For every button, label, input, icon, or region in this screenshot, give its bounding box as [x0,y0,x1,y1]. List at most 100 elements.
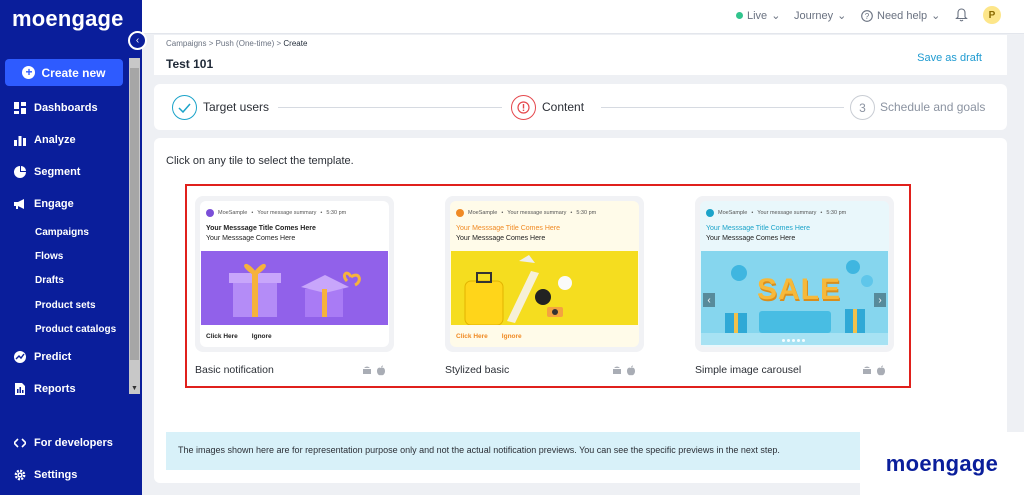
sidebar-scrollbar[interactable]: ▼ [129,58,140,394]
create-new-label: Create new [41,65,106,80]
create-new-button[interactable]: + Create new [5,59,123,86]
tile-frame: MoeSample • Your message summary • 5:30 pm… [195,196,394,352]
step-schedule-indicator[interactable]: 3 [850,95,875,120]
error-icon [517,101,530,114]
step-schedule-label[interactable]: Schedule and goals [880,100,985,114]
step-target-users-label[interactable]: Target users [203,100,269,114]
android-icon [613,366,621,374]
app-name: MoeSample [718,210,748,216]
step-content-indicator[interactable] [511,95,536,120]
sidebar-subitem-product-catalogs[interactable]: Product catalogs [35,324,116,335]
sidebar-item-label: For developers [34,437,113,449]
bell-icon [955,8,968,22]
notification-header: MoeSample • Your message summary • 5:30 pm [706,209,846,217]
app-icon [706,209,714,217]
sidebar-subitem-product-sets[interactable]: Product sets [35,300,96,311]
user-avatar[interactable]: P [983,6,1001,24]
breadcrumb-separator: > [206,39,216,48]
notification-header: MoeSample • Your message summary • 5:30 pm [206,209,346,217]
scroll-thumb[interactable] [130,68,139,360]
sidebar-item-label: Segment [34,166,81,178]
instruction-text: Click on any tile to select the template… [166,155,354,167]
platform-icons [862,365,886,376]
ignore-action: Ignore [251,333,272,340]
journey-label: Journey [794,9,834,22]
apple-icon [877,365,885,376]
sidebar-item-label: Dashboards [34,102,98,114]
template-tile-basic[interactable]: MoeSample • Your message summary • 5:30 pm… [195,196,394,378]
notification-time: 5:30 pm [326,210,347,216]
notification-time: 5:30 pm [576,210,597,216]
breadcrumb-campaigns[interactable]: Campaigns [166,39,206,48]
template-tile-stylized[interactable]: MoeSample • Your message summary • 5:30 pm… [445,196,644,378]
chevron-right-icon: › [878,294,882,306]
help-icon: ? [861,9,873,22]
android-icon [863,366,871,374]
sidebar-item-developers[interactable]: For developers [14,437,113,449]
click-here-action: Click Here [206,333,238,340]
plus-icon: + [22,66,36,79]
sidebar-item-label: Engage [34,198,74,210]
sidebar-item-analyze[interactable]: Analyze [14,134,76,146]
carousel-dots [782,339,805,342]
message-summary: Your message summary [257,210,317,216]
sidebar-item-dashboards[interactable]: Dashboards [14,102,98,114]
sidebar-subitem-campaigns[interactable]: Campaigns [35,227,89,238]
sidebar-item-label: Predict [34,351,72,363]
live-selector[interactable]: Live ⌄ [736,9,780,22]
app-name: MoeSample [468,210,498,216]
sidebar-subitem-drafts[interactable]: Drafts [35,275,64,286]
step-content-label[interactable]: Content [542,100,584,114]
message-summary: Your message summary [757,210,817,216]
help-menu[interactable]: ? Need help ⌄ [861,9,940,22]
sidebar-subitem-flows[interactable]: Flows [35,251,63,262]
sale-text: SALE [757,273,842,306]
notifications-button[interactable] [955,8,968,22]
chevron-down-icon: ⌄ [837,10,847,22]
notification-text: Your Messsage Comes Here [706,235,796,242]
chevron-down-icon: ⌄ [771,10,781,22]
check-icon [178,103,191,113]
dot-separator: • [820,210,823,216]
scroll-down-icon[interactable]: ▼ [131,385,138,392]
message-summary: Your message summary [507,210,567,216]
carousel-prev-button[interactable]: ‹ [703,293,715,307]
collapse-sidebar-button[interactable]: ‹ [128,31,147,50]
breadcrumb-create: Create [283,39,308,48]
moengage-logo[interactable]: moengage [12,6,124,32]
apple-icon [377,365,385,376]
chevron-left-icon: ‹ [135,35,140,46]
megaphone-icon [14,199,24,209]
tile-label: Stylized basic [445,364,510,376]
dot-separator: • [320,210,323,216]
app-name: MoeSample [218,210,248,216]
app-icon [456,209,464,217]
step-connector [278,107,502,108]
sidebar-item-engage[interactable]: Engage [14,198,74,210]
sidebar-item-predict[interactable]: Predict [14,351,71,363]
sidebar-item-settings[interactable]: Settings [14,469,77,481]
dot-separator: • [501,210,504,216]
breadcrumb: Campaigns > Push (One-time) > Create [166,39,307,48]
carousel-next-button[interactable]: › [874,293,886,307]
tile-label: Simple image carousel [695,364,802,376]
breadcrumb-push[interactable]: Push (One-time) [216,39,275,48]
app-icon [206,209,214,217]
code-icon [14,438,26,448]
help-label: Need help [877,9,928,22]
notification-title: Your Messsage Title Comes Here [706,225,811,232]
save-as-draft-link[interactable]: Save as draft [917,52,982,64]
sidebar-item-reports[interactable]: Reports [14,383,76,395]
journey-menu[interactable]: Journey ⌄ [794,9,847,23]
step-target-users-indicator[interactable] [172,95,197,120]
gear-icon [14,469,26,481]
android-icon [363,366,371,374]
sidebar-item-segment[interactable]: Segment [14,166,80,178]
live-label: Live [747,9,768,22]
chevron-down-icon: ⌄ [931,10,941,22]
dashboard-icon [14,102,26,114]
top-bar: Live ⌄ Journey ⌄ ? Need help ⌄ [142,0,1024,34]
template-tile-carousel[interactable]: MoeSample • Your message summary • 5:30 pm… [695,196,894,378]
sale-carousel-image: SALE [701,251,888,345]
report-icon [15,383,25,395]
